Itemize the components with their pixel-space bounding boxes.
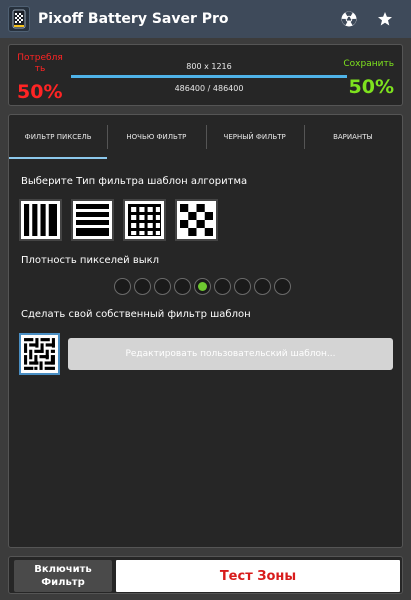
enable-filter-button[interactable]: Включить Фильтр	[14, 560, 112, 592]
test-zone-button[interactable]: Тест Зоны	[116, 560, 400, 592]
tab-pixel-filter[interactable]: ФИЛЬТР ПИКСЕЛЬ	[9, 115, 108, 159]
radiation-icon[interactable]	[339, 9, 359, 29]
custom-section-title: Сделать свой собственный фильтр шаблон	[21, 309, 251, 320]
filter-card: ФИЛЬТР ПИКСЕЛЬ НОЧЬЮ ФИЛЬТР ЧЕРНЫЙ ФИЛЬТ…	[8, 114, 403, 548]
density-selector	[114, 278, 291, 295]
save-label: Сохранить	[343, 59, 394, 69]
app-bar: Pixoff Battery Saver Pro	[0, 0, 411, 38]
pixel-progress-fill	[71, 75, 347, 78]
pattern-section-title: Выберите Тип фильтра шаблон алгоритма	[21, 176, 248, 187]
woven-pattern-icon	[23, 337, 56, 371]
pattern-horizontal-lines-option[interactable]	[71, 199, 114, 241]
pattern-picker	[19, 199, 218, 241]
custom-pattern-preview[interactable]	[19, 333, 60, 375]
edit-custom-pattern-button[interactable]: Редактировать пользовательский шаблон...	[68, 338, 393, 370]
density-level-5[interactable]	[194, 278, 211, 295]
pixel-count: 486400 / 486400	[174, 84, 244, 93]
pattern-vertical-lines-option[interactable]	[19, 199, 62, 241]
horizontal-lines-pattern-icon	[76, 204, 109, 236]
density-level-2[interactable]	[134, 278, 151, 295]
density-level-1[interactable]	[114, 278, 131, 295]
density-level-7[interactable]	[234, 278, 251, 295]
density-level-9[interactable]	[274, 278, 291, 295]
density-level-3[interactable]	[154, 278, 171, 295]
pattern-grid-option[interactable]	[123, 199, 166, 241]
consume-label: Потребля ть	[17, 53, 63, 74]
density-level-4[interactable]	[174, 278, 191, 295]
density-level-8[interactable]	[254, 278, 271, 295]
save-value: 50%	[348, 76, 394, 98]
vertical-lines-pattern-icon	[24, 204, 57, 236]
battery-status-panel: Потребля ть 50% 800 x 1216 486400 / 4864…	[8, 44, 403, 106]
tab-bar: ФИЛЬТР ПИКСЕЛЬ НОЧЬЮ ФИЛЬТР ЧЕРНЫЙ ФИЛЬТ…	[9, 115, 402, 159]
app-title: Pixoff Battery Saver Pro	[38, 11, 229, 27]
enable-filter-label-line1: Включить	[34, 564, 92, 575]
pattern-checker-option[interactable]	[175, 199, 218, 241]
screen-resolution: 800 x 1216	[186, 62, 232, 71]
bottom-bar: Включить Фильтр Тест Зоны	[8, 556, 403, 594]
density-section-title: Плотность пикселей выкл	[21, 255, 160, 266]
grid-pattern-icon	[128, 204, 161, 236]
tab-black-filter[interactable]: ЧЕРНЫЙ ФИЛЬТР	[205, 115, 304, 159]
tab-options[interactable]: ВАРИАНТЫ	[303, 115, 402, 159]
tab-night-filter[interactable]: НОЧЬЮ ФИЛЬТР	[107, 115, 205, 159]
density-level-6[interactable]	[214, 278, 231, 295]
pixel-phone-logo-icon	[8, 6, 30, 32]
star-icon[interactable]	[375, 9, 395, 29]
enable-filter-label-line2: Фильтр	[41, 577, 85, 588]
consume-value: 50%	[17, 81, 63, 103]
checker-pattern-icon	[180, 204, 213, 236]
pixel-progress-bar	[71, 75, 347, 78]
